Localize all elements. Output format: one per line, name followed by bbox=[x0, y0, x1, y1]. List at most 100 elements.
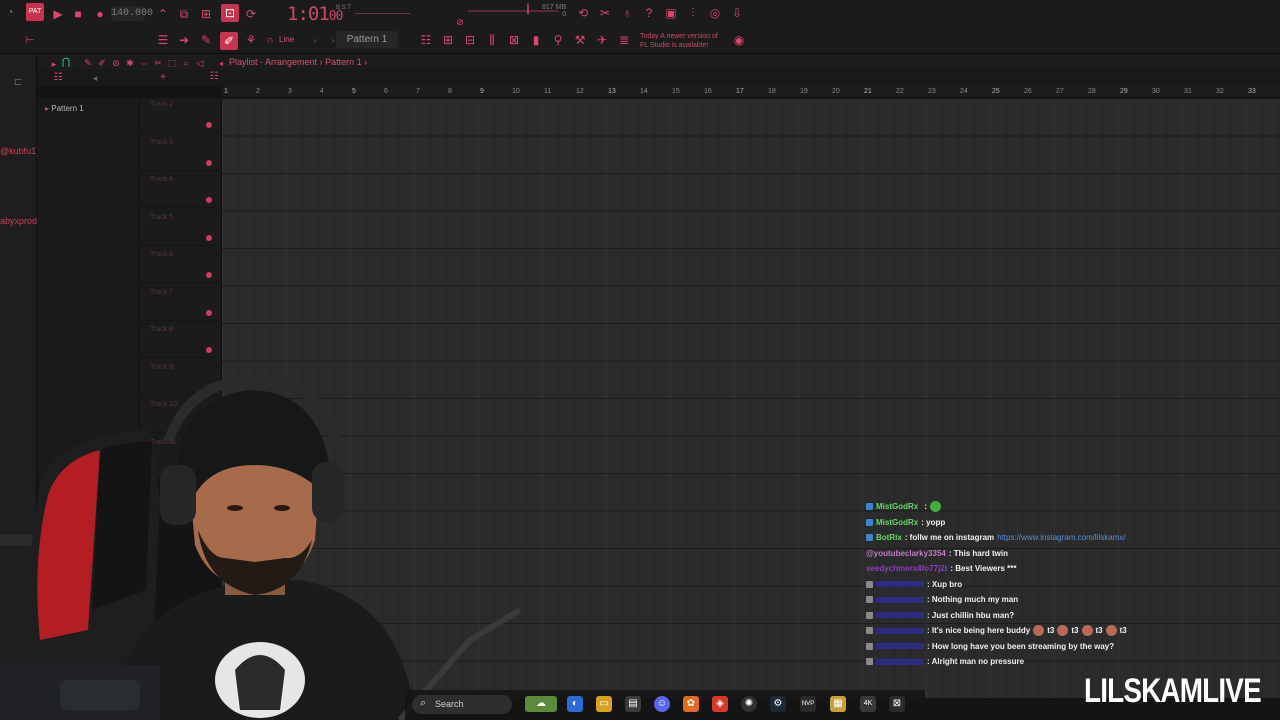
magnet-icon[interactable]: ∩ bbox=[262, 34, 278, 50]
track-options-icon[interactable]: ☷ bbox=[206, 70, 222, 86]
discord-icon[interactable]: ☺ bbox=[654, 696, 670, 712]
cut-icon[interactable]: ✂ bbox=[597, 6, 613, 22]
browser-icon[interactable]: ⊠ bbox=[506, 33, 522, 49]
help-icon[interactable]: ? bbox=[641, 6, 657, 22]
piano-roll-icon[interactable]: ⊞ bbox=[440, 33, 456, 49]
bar-number: 5 bbox=[352, 88, 356, 95]
news-icon[interactable]: ◉ bbox=[731, 33, 747, 49]
plugin-icon[interactable]: ▮ bbox=[528, 33, 544, 49]
pat-song-toggle[interactable]: PAT bbox=[26, 3, 44, 21]
track-mute-led[interactable] bbox=[206, 122, 212, 128]
song-position: 1:0100 bbox=[287, 3, 343, 25]
list-icon[interactable]: ≣ bbox=[616, 33, 632, 49]
chat-icon[interactable]: ◎ bbox=[707, 6, 723, 22]
chat-link[interactable]: https://www.instagram.com/lilskamx/ bbox=[997, 531, 1125, 544]
track-header[interactable]: Track 4 bbox=[140, 171, 222, 208]
cursor-icon[interactable]: ⊢ bbox=[22, 34, 38, 50]
track-mute-led[interactable] bbox=[206, 347, 212, 353]
stop-icon[interactable]: ■ bbox=[70, 7, 86, 23]
countdown-icon[interactable]: ⊞ bbox=[198, 7, 214, 23]
chat-message: : It's nice being here buddy t3 t3 t3 t3 bbox=[866, 623, 1196, 639]
snap-mode[interactable]: Line bbox=[279, 35, 294, 44]
next-icon[interactable]: ➜ bbox=[176, 33, 192, 49]
chatgpt-icon[interactable]: ✺ bbox=[741, 696, 757, 712]
undo-icon[interactable]: ⟲ bbox=[575, 6, 591, 22]
track-header[interactable]: Track 5 bbox=[140, 209, 222, 246]
mic-icon[interactable]: ♁ bbox=[619, 6, 635, 22]
track-header[interactable]: Track 3 bbox=[140, 134, 222, 171]
chat-message: : Alright man no pressure bbox=[866, 654, 1196, 670]
pattern-picker-icon[interactable]: ☷ bbox=[50, 71, 66, 87]
chat-text: : yopp bbox=[921, 517, 946, 527]
widgets-icon[interactable]: ☁ bbox=[525, 696, 557, 712]
track-mute-led[interactable] bbox=[206, 272, 212, 278]
plug-icon[interactable]: ⚲ bbox=[550, 33, 566, 49]
channel-rack-icon[interactable]: ⊟ bbox=[462, 33, 478, 49]
capcut-icon[interactable]: ⊠ bbox=[889, 696, 905, 712]
track-mute-led[interactable] bbox=[206, 309, 212, 316]
pattern-nav-icon[interactable]: ◂ bbox=[87, 71, 103, 87]
master-pitch-icon[interactable]: ⊘ bbox=[452, 15, 468, 31]
bar-number: 23 bbox=[928, 88, 936, 95]
playlist-window-icon[interactable]: ☷ bbox=[418, 33, 434, 49]
track-mute-led[interactable] bbox=[206, 234, 212, 241]
main-toolbar: ◔ PAT ▶ ■ ● 140.000 ⌃ ⧉ ⊞ ⊡ ⟳ 1:0100 B:S… bbox=[0, 0, 1280, 54]
playlist-breadcrumb[interactable]: Playlist - Arrangement › Pattern 1 › bbox=[229, 57, 367, 67]
bar-number: 16 bbox=[704, 88, 712, 95]
add-pattern-icon[interactable]: + bbox=[155, 71, 171, 87]
emote-icon bbox=[1081, 625, 1093, 637]
overlay-text-2: abyxprod bbox=[0, 216, 38, 226]
draw-icon[interactable]: ✎ bbox=[198, 33, 214, 49]
playlist-icon[interactable]: ☰ bbox=[155, 33, 171, 49]
news-panel[interactable]: Today A newer version of FL Studio is ava… bbox=[640, 32, 718, 50]
tools-icon[interactable]: ⚒ bbox=[572, 33, 588, 49]
app-icon[interactable]: NVP bbox=[800, 696, 816, 712]
volume-icon[interactable]: ┃ bbox=[520, 2, 536, 18]
save-icon[interactable]: ▣ bbox=[663, 6, 679, 22]
browser-toggle-icon[interactable]: ⊏ bbox=[10, 76, 26, 92]
4k-app-icon[interactable]: 4K bbox=[860, 696, 876, 712]
mixer-icon[interactable]: ⫶ bbox=[685, 6, 701, 22]
steam-icon[interactable]: ⚙ bbox=[770, 696, 786, 712]
record-icon[interactable]: ● bbox=[92, 7, 108, 23]
track-name: Track 5 bbox=[150, 213, 174, 221]
mixer-window-icon[interactable]: ⫼ bbox=[484, 33, 500, 49]
bar-number: 14 bbox=[640, 88, 648, 95]
pattern-list-item[interactable]: ▸ Pattern 1 bbox=[45, 104, 84, 113]
track-header[interactable]: Track 8 bbox=[140, 321, 222, 358]
paint-icon[interactable]: ✐ bbox=[220, 32, 238, 50]
fl-studio-icon[interactable]: ✿ bbox=[683, 696, 699, 712]
monitor-line bbox=[355, 13, 410, 14]
track-header[interactable]: Track 2 bbox=[140, 96, 222, 133]
file-explorer-icon[interactable]: ▭ bbox=[596, 696, 612, 712]
record-audio-icon[interactable]: ✈ bbox=[594, 33, 610, 49]
track-name: Track 4 bbox=[150, 176, 174, 183]
stamp-icon[interactable]: ⚘ bbox=[243, 33, 259, 49]
emote-text: t3 bbox=[1119, 626, 1127, 636]
track-mute-led[interactable] bbox=[206, 159, 212, 166]
metronome-icon[interactable]: ⌃ bbox=[155, 7, 171, 23]
step-edit-icon[interactable]: ⊡ bbox=[221, 4, 239, 22]
bar-number: 3 bbox=[288, 88, 292, 95]
notes-icon[interactable]: ▦ bbox=[830, 696, 846, 712]
snap-arrow-icon[interactable]: › bbox=[307, 34, 323, 50]
loop-record-icon[interactable]: ⟳ bbox=[243, 7, 259, 23]
store-icon[interactable]: ▤ bbox=[625, 696, 641, 712]
track-header[interactable]: Track 6 bbox=[140, 246, 222, 283]
bar-number: 28 bbox=[1088, 88, 1096, 95]
download-icon[interactable]: ⇩ bbox=[729, 6, 745, 22]
brave-icon[interactable]: ◈ bbox=[712, 696, 728, 712]
track-header[interactable]: Track 7 bbox=[140, 284, 222, 321]
track-mute-led[interactable] bbox=[206, 197, 212, 203]
timeline-ruler[interactable]: 1 2 3 4 5 6 7 8 9 10 11 12 13 14 15 16 17 18 19 20 21 22 23 24 2… bbox=[222, 86, 1280, 98]
tempo-display[interactable]: 140.000 bbox=[111, 6, 153, 21]
bar-number: 18 bbox=[768, 88, 776, 95]
bar-number: 8 bbox=[448, 88, 452, 95]
taskbar-search[interactable]: Search bbox=[412, 695, 512, 714]
bar-number: 22 bbox=[896, 88, 904, 95]
wait-input-icon[interactable]: ⧉ bbox=[176, 7, 192, 23]
play-icon[interactable]: ▶ bbox=[50, 7, 66, 23]
fl-logo-icon[interactable]: ◔ bbox=[2, 5, 18, 21]
copilot-icon[interactable]: ◐ bbox=[567, 696, 583, 712]
pattern-selector[interactable]: Pattern 1 bbox=[336, 31, 398, 48]
